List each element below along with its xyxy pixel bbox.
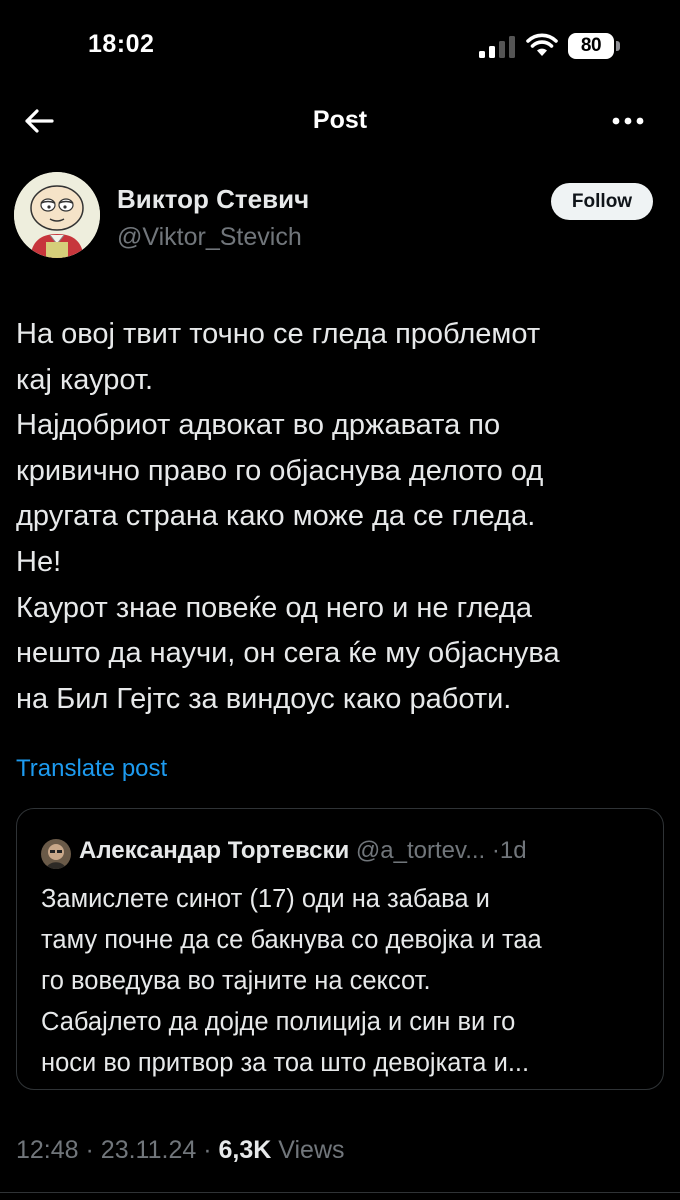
tweet-line: Најдобриот адвокат во државата по xyxy=(16,409,501,442)
tweet-line: кривично право го објаснува делото од xyxy=(16,454,544,487)
more-options-icon[interactable] xyxy=(608,108,648,134)
quote-avatar xyxy=(41,839,71,869)
meta-separator: · xyxy=(203,1136,212,1164)
tweet-line: кај каурот. xyxy=(16,363,153,396)
quote-line: Сабајлето да дојде полиција и син ви го xyxy=(41,1008,516,1036)
tweet-date: 23.11.24 xyxy=(100,1136,197,1164)
page-title: Post xyxy=(312,106,368,134)
quote-line: носи во притвор за тоа што девојката и..… xyxy=(41,1049,530,1077)
tweet-text: На овој твит точно се гледа проблемот ка… xyxy=(16,312,666,722)
quote-header: Александар Тортевски @a_tortev... ·1d xyxy=(79,837,527,865)
views-label: Views xyxy=(278,1136,345,1164)
tweet-line: Каурот знае повеќе од него и не гледа xyxy=(16,591,532,624)
author-name[interactable]: Виктор Стевич xyxy=(117,184,309,215)
quote-time: 1d xyxy=(499,837,527,864)
tweet-line: Не! xyxy=(16,545,62,578)
quote-line: го воведува во тајните на сексот. xyxy=(41,967,431,995)
meta-separator: · xyxy=(85,1136,94,1164)
tweet-meta: 12:48 · 23.11.24 · 6,3K Views xyxy=(16,1136,345,1165)
views-count[interactable]: 6,3K xyxy=(219,1136,272,1164)
status-time: 18:02 xyxy=(88,30,155,58)
translate-post-link[interactable]: Translate post xyxy=(16,755,167,783)
quote-author-handle: @a_tortev... xyxy=(355,837,486,864)
tweet-line: нешто да научи, он сега ќе му објаснува xyxy=(16,637,560,670)
divider xyxy=(0,1192,680,1193)
quote-line: Замислете синот (17) оди на забава и xyxy=(41,885,490,913)
tweet-line: на Бил Гејтс за виндоус како работи. xyxy=(16,682,512,715)
wifi-icon xyxy=(526,33,558,56)
back-arrow-icon[interactable] xyxy=(22,104,56,138)
author-handle[interactable]: @Viktor_Stevich xyxy=(117,223,302,252)
tweet-line: На овој твит точно се гледа проблемот xyxy=(16,318,541,350)
tweet-line: другата страна како може да се гледа. xyxy=(16,500,536,533)
follow-button[interactable]: Follow xyxy=(551,183,653,220)
signal-icon xyxy=(479,36,515,58)
quote-separator: · xyxy=(491,837,500,864)
quoted-tweet[interactable]: Александар Тортевски @a_tortev... ·1d За… xyxy=(16,808,664,1090)
battery-icon: 80 xyxy=(568,33,622,59)
quote-author-name: Александар Тортевски xyxy=(79,837,350,864)
quote-avatar-image xyxy=(41,839,71,869)
battery-level: 80 xyxy=(580,35,602,56)
tweet-time: 12:48 xyxy=(16,1136,79,1164)
quote-text: Замислете синот (17) оди на забава и там… xyxy=(41,879,651,1084)
quote-line: таму почне да се бакнува со девојка и та… xyxy=(41,926,542,954)
status-bar: 18:02 80 xyxy=(0,0,680,90)
avatar[interactable] xyxy=(14,172,100,258)
avatar-image xyxy=(14,172,100,258)
